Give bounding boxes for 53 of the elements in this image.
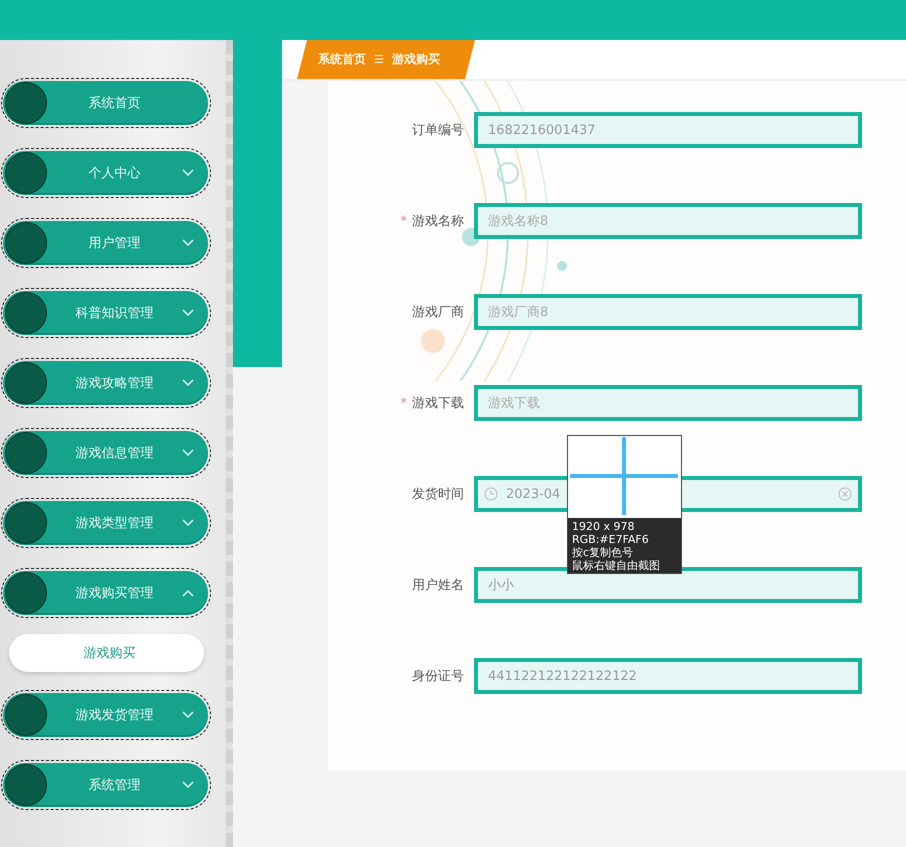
breadcrumb-link[interactable]: 游戏购买 (392, 51, 440, 68)
input-field[interactable]: 游戏厂商8 (474, 294, 862, 330)
menu-item[interactable]: 系统首页 (3, 81, 208, 125)
field-label: 游戏名称 (412, 214, 464, 229)
circle-icon (5, 764, 47, 806)
chevron-down-icon (182, 169, 194, 177)
picker-text: RGB:#E7FAF6 (572, 533, 650, 546)
field-label: 用户姓名 (412, 578, 464, 593)
chevron-down-icon (182, 449, 194, 457)
circle-icon (5, 694, 47, 736)
submenu-item[interactable]: 游戏购买 (9, 634, 204, 672)
field-label: 游戏厂商 (412, 305, 464, 320)
input-field[interactable]: 441122122122122122 (474, 658, 862, 694)
chevron-down-icon (182, 781, 194, 789)
chevron-down-icon (182, 309, 194, 317)
separator-icon: ☰ (374, 53, 384, 66)
menu-item[interactable]: 用户管理 (3, 221, 208, 265)
menu-item[interactable]: 系统管理 (3, 763, 208, 807)
required-mark: * (400, 396, 407, 411)
clock-icon (484, 487, 498, 501)
menu-item[interactable]: 个人中心 (3, 151, 208, 195)
circle-icon (5, 292, 47, 334)
menu-item[interactable]: 游戏攻略管理 (3, 361, 208, 405)
menu-item[interactable]: 游戏购买管理 (3, 571, 208, 615)
input-field[interactable]: 游戏名称8 (474, 203, 862, 239)
circle-icon (5, 432, 47, 474)
chevron-down-icon (182, 379, 194, 387)
input-field[interactable]: 游戏下载 (474, 385, 862, 421)
required-mark: * (400, 214, 407, 229)
field-label: 身份证号 (412, 669, 464, 684)
menu-item[interactable]: 科普知识管理 (3, 291, 208, 335)
menu-item[interactable]: 游戏类型管理 (3, 501, 208, 545)
clear-icon[interactable] (838, 487, 852, 501)
menu-item[interactable]: 游戏信息管理 (3, 431, 208, 475)
circle-icon (5, 362, 47, 404)
picker-text: 按c复制色号 (572, 546, 634, 559)
field-label: 发货时间 (412, 487, 464, 502)
circle-icon (5, 152, 47, 194)
circle-icon (5, 502, 47, 544)
circle-icon (5, 222, 47, 264)
field-label: 游戏下载 (412, 396, 464, 411)
input-field[interactable]: 1682216001437 (474, 112, 862, 148)
chevron-up-icon (182, 589, 194, 597)
field-label: 订单编号 (412, 123, 464, 138)
breadcrumb-link[interactable]: 系统首页 (318, 51, 366, 68)
chevron-down-icon (182, 519, 194, 527)
circle-icon (5, 82, 47, 124)
circle-icon (5, 572, 47, 614)
crosshair-icon (568, 437, 680, 515)
menu-item[interactable]: 游戏发货管理 (3, 693, 208, 737)
chevron-down-icon (182, 239, 194, 247)
picker-text: 1920 x 978 (572, 520, 636, 533)
chevron-down-icon (182, 711, 194, 719)
